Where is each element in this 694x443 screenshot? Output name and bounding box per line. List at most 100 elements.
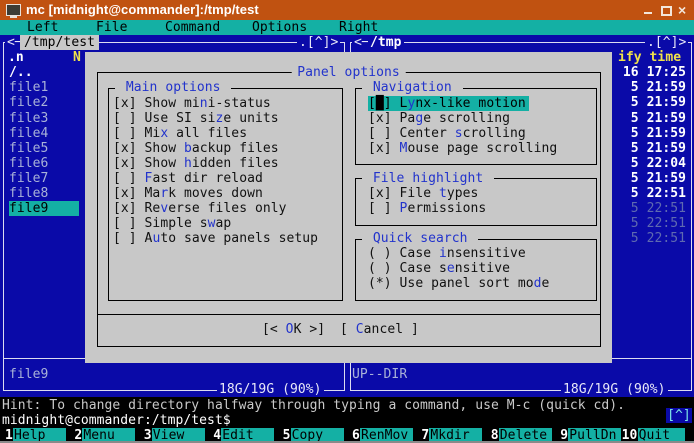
command-history-badge[interactable]: [^] bbox=[666, 408, 692, 423]
time-row[interactable]: 5 21:59 bbox=[608, 126, 686, 141]
file-row-file7[interactable]: file7 bbox=[9, 171, 48, 186]
hotkey-letter: t bbox=[439, 186, 447, 201]
ok-button[interactable]: [< OK >] bbox=[262, 322, 325, 337]
checkbox-fast-dir-reload[interactable]: [ ] Fast dir reload bbox=[113, 171, 263, 186]
time-row[interactable]: 5 22:51 bbox=[608, 201, 686, 216]
cancel-button[interactable]: [ Cancel ] bbox=[340, 322, 419, 337]
group-title-quick-search: Quick search bbox=[362, 231, 478, 246]
hotkey-letter: P bbox=[400, 201, 408, 216]
window-controls: × bbox=[637, 0, 688, 20]
radio-case-sensitive[interactable]: ( ) Case sensitive bbox=[368, 261, 510, 276]
maximize-icon[interactable] bbox=[661, 0, 671, 20]
hotkey-letter: w bbox=[208, 216, 216, 231]
checkbox-use-si-size-units[interactable]: [ ] Use SI size units bbox=[113, 111, 279, 126]
minimize-icon[interactable] bbox=[644, 0, 654, 20]
hint-line: Hint: To change directory halfway throug… bbox=[2, 398, 625, 413]
left-sort-indicator[interactable]: .n bbox=[8, 50, 24, 65]
hotkey-letter: g bbox=[415, 111, 423, 126]
menu-item-left[interactable]: Left bbox=[27, 20, 59, 35]
hotkey-letter: y bbox=[407, 96, 415, 111]
hotkey-letter: h bbox=[184, 156, 192, 171]
time-row[interactable]: 5 21:59 bbox=[608, 171, 686, 186]
checkbox-reverse-files-only[interactable]: [x] Reverse files only bbox=[113, 201, 287, 216]
right-panel-sort-widget[interactable]: .[^]> bbox=[645, 35, 688, 50]
hotkey-letter: u bbox=[152, 231, 160, 246]
left-usage-info: 18G/19G (90%) bbox=[217, 382, 324, 397]
radio-use-panel-sort-mode[interactable]: (*) Use panel sort mode bbox=[368, 276, 549, 291]
file-row-file2[interactable]: file2 bbox=[9, 95, 48, 110]
menu-item-command[interactable]: Command bbox=[165, 20, 220, 35]
cursor-block: █ bbox=[376, 96, 384, 111]
menu-item-file[interactable]: File bbox=[96, 20, 128, 35]
file-row-file9[interactable]: file9 bbox=[9, 201, 79, 216]
time-row[interactable]: 5 21:59 bbox=[608, 111, 686, 126]
terminal-icon bbox=[6, 4, 21, 16]
window-titlebar[interactable]: mc [midnight@commander]:/tmp/test × bbox=[0, 0, 694, 20]
checkbox-mouse-page-scrolling[interactable]: [x] Mouse page scrolling bbox=[368, 141, 557, 156]
hotkey-letter: s bbox=[455, 126, 463, 141]
right-usage-info: 18G/19G (90%) bbox=[561, 382, 668, 397]
right-mini-status: UP--DIR bbox=[352, 367, 407, 382]
hotkey-letter: e bbox=[447, 261, 455, 276]
right-time-column-header[interactable]: ify time bbox=[618, 50, 681, 65]
file-row-file1[interactable]: file1 bbox=[9, 80, 48, 95]
time-row[interactable]: 5 21:59 bbox=[608, 80, 686, 95]
checkbox-auto-save-panels-setup[interactable]: [ ] Auto save panels setup bbox=[113, 231, 318, 246]
checkbox-file-types[interactable]: [x] File types bbox=[368, 186, 478, 201]
group-title-main-options: Main options bbox=[115, 80, 231, 95]
file-row-file6[interactable]: file6 bbox=[9, 156, 48, 171]
hotkey-letter: d bbox=[534, 276, 542, 291]
group-title-navigation: Navigation bbox=[362, 80, 463, 95]
time-row[interactable]: 5 22:04 bbox=[608, 156, 686, 171]
checkbox-show-backup-files[interactable]: [x] Show backup files bbox=[113, 141, 279, 156]
left-name-column-header[interactable]: N bbox=[73, 50, 81, 65]
file-row-file5[interactable]: file5 bbox=[9, 141, 48, 156]
dialog-button-separator bbox=[97, 314, 600, 315]
file-row-[interactable]: /.. bbox=[9, 65, 33, 80]
window-title: mc [midnight@commander]:/tmp/test bbox=[26, 0, 259, 20]
time-row[interactable]: 5 22:51 bbox=[608, 216, 686, 231]
right-panel-path[interactable]: /tmp bbox=[368, 35, 404, 50]
checkbox-center-scrolling[interactable]: [ ] Center scrolling bbox=[368, 126, 526, 141]
panel-options-dialog: Panel options Main options [x] Show mini… bbox=[85, 52, 612, 364]
file-row-file3[interactable]: file3 bbox=[9, 111, 48, 126]
command-prompt[interactable]: midnight@commander:/tmp/test$ bbox=[2, 413, 231, 428]
hotkey-letter: n bbox=[200, 96, 208, 111]
time-row[interactable]: 5 22:51 bbox=[608, 231, 686, 246]
hotkey-letter: v bbox=[160, 201, 168, 216]
hotkey-letter: O bbox=[286, 322, 294, 337]
file-row-file8[interactable]: file8 bbox=[9, 186, 48, 201]
hotkey-letter: x bbox=[160, 126, 168, 141]
menu-item-options[interactable]: Options bbox=[252, 20, 307, 35]
left-panel-path[interactable]: /tmp/test bbox=[20, 35, 99, 50]
menu-item-right[interactable]: Right bbox=[339, 20, 378, 35]
hotkey-letter: r bbox=[160, 186, 168, 201]
checkbox-permissions[interactable]: [ ] Permissions bbox=[368, 201, 486, 216]
left-panel-sort-widget[interactable]: .[^]> bbox=[297, 35, 340, 50]
checkbox-show-mini-status[interactable]: [x] Show mini-status bbox=[113, 96, 271, 111]
left-mini-status: file9 bbox=[9, 367, 48, 382]
close-icon[interactable]: × bbox=[678, 0, 688, 20]
file-row-file4[interactable]: file4 bbox=[9, 126, 48, 141]
dialog-title: Panel options bbox=[291, 65, 406, 80]
checkbox-show-hidden-files[interactable]: [x] Show hidden files bbox=[113, 156, 279, 171]
group-title-file-highlight: File highlight bbox=[362, 171, 494, 186]
time-row[interactable]: 5 22:51 bbox=[608, 186, 686, 201]
hotkey-letter: M bbox=[400, 141, 408, 156]
time-row[interactable]: 5 21:59 bbox=[608, 95, 686, 110]
checkbox-mix-all-files[interactable]: [ ] Mix all files bbox=[113, 126, 247, 141]
checkbox-lynx-like-motion[interactable]: [█] Lynx-like motion bbox=[368, 96, 529, 111]
checkbox-page-scrolling[interactable]: [x] Page scrolling bbox=[368, 111, 510, 126]
hotkey-letter: F bbox=[145, 171, 153, 186]
menu-bar: Left File Command Options Right bbox=[0, 20, 694, 35]
hotkey-letter: z bbox=[216, 111, 224, 126]
time-row[interactable]: 16 17:25 bbox=[608, 65, 686, 80]
mc-terminal-window: mc [midnight@commander]:/tmp/test × Left… bbox=[0, 0, 694, 443]
checkbox-simple-swap[interactable]: [ ] Simple swap bbox=[113, 216, 231, 231]
hotkey-letter: b bbox=[184, 141, 192, 156]
hotkey-letter: i bbox=[439, 246, 447, 261]
hotkey-letter: C bbox=[356, 322, 364, 337]
time-row[interactable]: 5 21:59 bbox=[608, 141, 686, 156]
radio-case-insensitive[interactable]: ( ) Case insensitive bbox=[368, 246, 526, 261]
checkbox-mark-moves-down[interactable]: [x] Mark moves down bbox=[113, 186, 263, 201]
